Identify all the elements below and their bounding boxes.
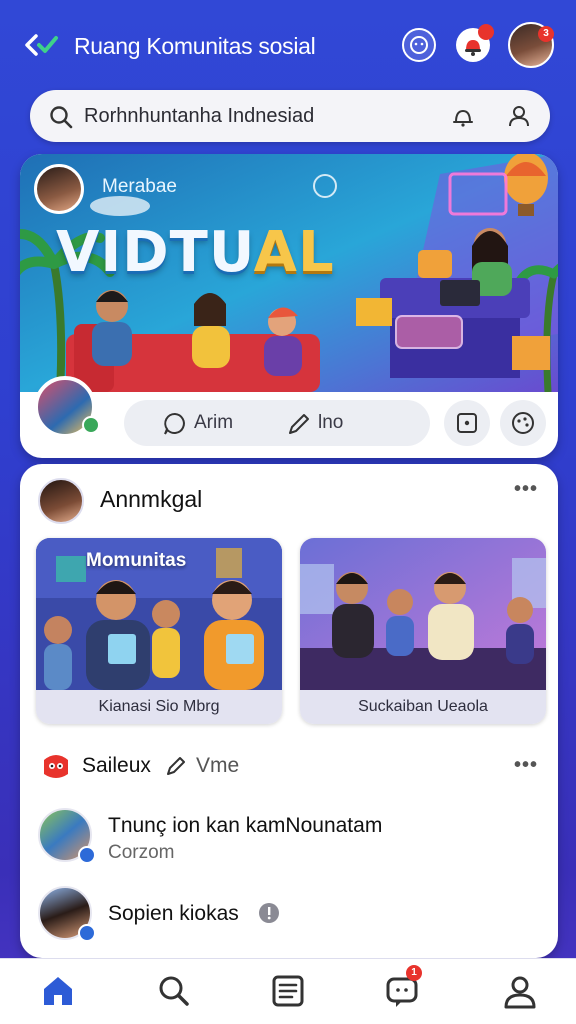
emoji-icon (512, 412, 534, 434)
post-author-name[interactable]: Annmkgal (100, 486, 202, 513)
bottom-nav: 1 (0, 958, 576, 1024)
notifications-badge (478, 24, 494, 40)
mascot-icon (44, 755, 68, 778)
post-author-avatar[interactable] (38, 478, 84, 524)
list-item-title: Tnunç ion kan kamNounatam (108, 814, 383, 837)
avatar-badge: 3 (538, 26, 554, 42)
dice-icon (457, 413, 477, 433)
card-title: Momunitas (86, 550, 187, 571)
post-card[interactable]: Momunitas Kianasi Sio Mbrg (36, 538, 282, 724)
banner-headline-accent: AL (253, 220, 335, 285)
search-bar[interactable]: Rorhnhuntanha Indnesiad (30, 90, 550, 142)
verified-badge-icon (82, 416, 100, 434)
back-icon[interactable] (22, 32, 60, 58)
verified-badge-icon (78, 846, 96, 864)
section-title: Saileux (82, 754, 151, 777)
verified-badge-icon (78, 924, 96, 942)
card-caption: Suckaiban Ueaola (300, 690, 546, 724)
card-caption: Kianasi Sio Mbrg (36, 690, 282, 724)
section-action[interactable]: Vme (196, 754, 239, 778)
share-arrow-icon[interactable] (164, 754, 188, 778)
pencil-icon[interactable] (286, 411, 312, 437)
notifications-button[interactable] (456, 24, 494, 62)
notifications-nav-badge: 1 (406, 965, 422, 981)
list-item[interactable]: Sopien kiokas (20, 884, 558, 950)
page-title: Ruang Komunitas sosial (74, 33, 316, 59)
bell-outline-icon[interactable] (450, 103, 476, 129)
emoji-button[interactable] (500, 400, 546, 446)
top-bar: Ruang Komunitas sosial 3 (0, 14, 576, 78)
section-header: Saileux Vme ••• (20, 748, 558, 784)
banner-user-name: Merabae (102, 176, 177, 197)
action-pill: Arim lno (124, 400, 430, 446)
dice-button[interactable] (444, 400, 490, 446)
community-image (300, 538, 546, 690)
feed-icon[interactable] (268, 971, 308, 1011)
chat-button[interactable] (402, 28, 436, 62)
post-more-icon[interactable]: ••• (514, 478, 538, 501)
profile-nav-icon[interactable] (500, 971, 540, 1011)
info-icon[interactable] (258, 902, 280, 924)
send-action-label[interactable]: Arim (194, 412, 233, 434)
banner-user-avatar[interactable] (34, 164, 84, 214)
list-item[interactable]: Tnunç ion kan kamNounatam Corzom (20, 804, 558, 870)
banner-headline: VIDTUAL (56, 220, 335, 285)
hero-actions: Arim lno (20, 376, 558, 458)
post-card[interactable]: Suckaiban Ueaola (300, 538, 546, 724)
search-nav-icon[interactable] (154, 971, 194, 1011)
notifications-nav[interactable]: 1 (382, 965, 422, 1011)
share-action-label[interactable]: lno (318, 412, 343, 434)
chat-face-icon (410, 36, 428, 54)
section-more-icon[interactable]: ••• (514, 754, 538, 777)
feed-card: Annmkgal ••• Momunitas Kianasi Sio Mbrg (20, 464, 558, 958)
list-item-subtitle: Corzom (108, 842, 175, 863)
home-icon[interactable] (38, 971, 78, 1011)
comment-icon[interactable] (162, 411, 188, 437)
list-item-title: Sopien kiokas (108, 902, 239, 925)
hero-card: Merabae VIDTUAL Arim lno (20, 154, 558, 458)
user-icon[interactable] (506, 103, 532, 129)
search-input[interactable]: Rorhnhuntanha Indnesiad (84, 105, 314, 128)
search-icon (50, 106, 73, 129)
banner-headline-main: VIDTU (56, 220, 254, 285)
